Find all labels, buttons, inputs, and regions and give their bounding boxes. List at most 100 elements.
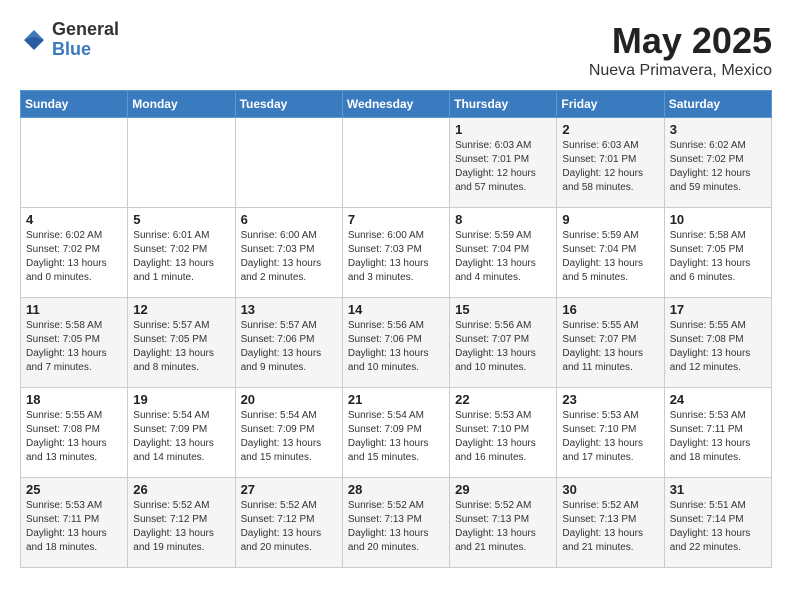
day-cell: 12 Sunrise: 5:57 AM Sunset: 7:05 PM Dayli…: [128, 298, 235, 388]
day-number: 3: [670, 122, 766, 137]
day-number: 13: [241, 302, 337, 317]
day-number: 19: [133, 392, 229, 407]
day-info: Sunrise: 5:55 AM Sunset: 7:07 PM Dayligh…: [562, 319, 658, 375]
day-info: Sunrise: 5:53 AM Sunset: 7:10 PM Dayligh…: [562, 409, 658, 465]
day-info: Sunrise: 5:54 AM Sunset: 7:09 PM Dayligh…: [348, 409, 444, 465]
day-info: Sunrise: 6:02 AM Sunset: 7:02 PM Dayligh…: [670, 139, 766, 195]
day-cell: [128, 118, 235, 208]
day-cell: 1 Sunrise: 6:03 AM Sunset: 7:01 PM Daylig…: [450, 118, 557, 208]
week-row-1: 1 Sunrise: 6:03 AM Sunset: 7:01 PM Daylig…: [21, 118, 772, 208]
page-header: General Blue May 2025 Nueva Primavera, M…: [20, 20, 772, 80]
day-cell: 11 Sunrise: 5:58 AM Sunset: 7:05 PM Dayli…: [21, 298, 128, 388]
day-cell: 21 Sunrise: 5:54 AM Sunset: 7:09 PM Dayli…: [342, 388, 449, 478]
day-number: 8: [455, 212, 551, 227]
calendar-header: SundayMondayTuesdayWednesdayThursdayFrid…: [21, 91, 772, 118]
calendar-table: SundayMondayTuesdayWednesdayThursdayFrid…: [20, 90, 772, 568]
header-cell-thursday: Thursday: [450, 91, 557, 118]
day-number: 15: [455, 302, 551, 317]
day-number: 22: [455, 392, 551, 407]
day-info: Sunrise: 6:03 AM Sunset: 7:01 PM Dayligh…: [455, 139, 551, 195]
day-info: Sunrise: 6:01 AM Sunset: 7:02 PM Dayligh…: [133, 229, 229, 285]
header-cell-wednesday: Wednesday: [342, 91, 449, 118]
day-cell: 18 Sunrise: 5:55 AM Sunset: 7:08 PM Dayli…: [21, 388, 128, 478]
day-number: 30: [562, 482, 658, 497]
week-row-4: 18 Sunrise: 5:55 AM Sunset: 7:08 PM Dayli…: [21, 388, 772, 478]
day-number: 12: [133, 302, 229, 317]
day-cell: 9 Sunrise: 5:59 AM Sunset: 7:04 PM Daylig…: [557, 208, 664, 298]
day-cell: 16 Sunrise: 5:55 AM Sunset: 7:07 PM Dayli…: [557, 298, 664, 388]
day-info: Sunrise: 5:54 AM Sunset: 7:09 PM Dayligh…: [241, 409, 337, 465]
day-cell: 24Sunrise: 5:53 AM Sunset: 7:11 PM Dayli…: [664, 388, 771, 478]
day-number: 4: [26, 212, 122, 227]
day-cell: 13 Sunrise: 5:57 AM Sunset: 7:06 PM Dayli…: [235, 298, 342, 388]
day-info: Sunrise: 5:57 AM Sunset: 7:05 PM Dayligh…: [133, 319, 229, 375]
day-info: Sunrise: 6:00 AM Sunset: 7:03 PM Dayligh…: [348, 229, 444, 285]
logo-general: General: [52, 20, 119, 40]
day-info: Sunrise: 5:54 AM Sunset: 7:09 PM Dayligh…: [133, 409, 229, 465]
day-info: Sunrise: 5:52 AM Sunset: 7:13 PM Dayligh…: [348, 499, 444, 555]
day-cell: 17Sunrise: 5:55 AM Sunset: 7:08 PM Dayli…: [664, 298, 771, 388]
day-cell: 23 Sunrise: 5:53 AM Sunset: 7:10 PM Dayli…: [557, 388, 664, 478]
day-info: Sunrise: 5:56 AM Sunset: 7:07 PM Dayligh…: [455, 319, 551, 375]
day-number: 6: [241, 212, 337, 227]
day-number: 9: [562, 212, 658, 227]
logo-blue: Blue: [52, 40, 119, 60]
logo-text: General Blue: [52, 20, 119, 60]
day-info: Sunrise: 5:56 AM Sunset: 7:06 PM Dayligh…: [348, 319, 444, 375]
day-cell: 28 Sunrise: 5:52 AM Sunset: 7:13 PM Dayli…: [342, 478, 449, 568]
day-number: 23: [562, 392, 658, 407]
day-number: 16: [562, 302, 658, 317]
day-info: Sunrise: 5:57 AM Sunset: 7:06 PM Dayligh…: [241, 319, 337, 375]
day-info: Sunrise: 5:51 AM Sunset: 7:14 PM Dayligh…: [670, 499, 766, 555]
location: Nueva Primavera, Mexico: [589, 62, 772, 80]
day-number: 21: [348, 392, 444, 407]
day-number: 29: [455, 482, 551, 497]
day-cell: 27Sunrise: 5:52 AM Sunset: 7:12 PM Dayli…: [235, 478, 342, 568]
title-area: May 2025 Nueva Primavera, Mexico: [589, 20, 772, 80]
day-number: 28: [348, 482, 444, 497]
day-number: 24: [670, 392, 766, 407]
day-info: Sunrise: 5:53 AM Sunset: 7:10 PM Dayligh…: [455, 409, 551, 465]
day-cell: [21, 118, 128, 208]
day-info: Sunrise: 5:59 AM Sunset: 7:04 PM Dayligh…: [562, 229, 658, 285]
day-cell: 26 Sunrise: 5:52 AM Sunset: 7:12 PM Dayli…: [128, 478, 235, 568]
day-info: Sunrise: 5:55 AM Sunset: 7:08 PM Dayligh…: [26, 409, 122, 465]
day-cell: 14 Sunrise: 5:56 AM Sunset: 7:06 PM Dayli…: [342, 298, 449, 388]
day-cell: 22 Sunrise: 5:53 AM Sunset: 7:10 PM Dayli…: [450, 388, 557, 478]
day-cell: 3 Sunrise: 6:02 AM Sunset: 7:02 PM Daylig…: [664, 118, 771, 208]
day-number: 11: [26, 302, 122, 317]
day-cell: 10 Sunrise: 5:58 AM Sunset: 7:05 PM Dayli…: [664, 208, 771, 298]
day-info: Sunrise: 5:52 AM Sunset: 7:12 PM Dayligh…: [133, 499, 229, 555]
day-cell: 6 Sunrise: 6:00 AM Sunset: 7:03 PM Daylig…: [235, 208, 342, 298]
month-title: May 2025: [589, 20, 772, 62]
header-cell-tuesday: Tuesday: [235, 91, 342, 118]
day-cell: [235, 118, 342, 208]
day-number: 26: [133, 482, 229, 497]
day-info: Sunrise: 5:58 AM Sunset: 7:05 PM Dayligh…: [670, 229, 766, 285]
day-info: Sunrise: 5:59 AM Sunset: 7:04 PM Dayligh…: [455, 229, 551, 285]
day-cell: 25Sunrise: 5:53 AM Sunset: 7:11 PM Dayli…: [21, 478, 128, 568]
day-cell: 31Sunrise: 5:51 AM Sunset: 7:14 PM Dayli…: [664, 478, 771, 568]
day-cell: 30Sunrise: 5:52 AM Sunset: 7:13 PM Dayli…: [557, 478, 664, 568]
day-cell: 2Sunrise: 6:03 AM Sunset: 7:01 PM Daylig…: [557, 118, 664, 208]
day-cell: 29 Sunrise: 5:52 AM Sunset: 7:13 PM Dayli…: [450, 478, 557, 568]
day-cell: 7Sunrise: 6:00 AM Sunset: 7:03 PM Daylig…: [342, 208, 449, 298]
week-row-2: 4 Sunrise: 6:02 AM Sunset: 7:02 PM Daylig…: [21, 208, 772, 298]
day-info: Sunrise: 5:58 AM Sunset: 7:05 PM Dayligh…: [26, 319, 122, 375]
day-number: 14: [348, 302, 444, 317]
day-number: 20: [241, 392, 337, 407]
header-row: SundayMondayTuesdayWednesdayThursdayFrid…: [21, 91, 772, 118]
day-number: 18: [26, 392, 122, 407]
day-cell: [342, 118, 449, 208]
day-number: 10: [670, 212, 766, 227]
day-info: Sunrise: 6:02 AM Sunset: 7:02 PM Dayligh…: [26, 229, 122, 285]
day-number: 25: [26, 482, 122, 497]
day-number: 5: [133, 212, 229, 227]
week-row-3: 11 Sunrise: 5:58 AM Sunset: 7:05 PM Dayli…: [21, 298, 772, 388]
day-info: Sunrise: 5:52 AM Sunset: 7:13 PM Dayligh…: [455, 499, 551, 555]
day-number: 1: [455, 122, 551, 137]
day-number: 17: [670, 302, 766, 317]
day-cell: 20 Sunrise: 5:54 AM Sunset: 7:09 PM Dayli…: [235, 388, 342, 478]
day-number: 2: [562, 122, 658, 137]
day-info: Sunrise: 6:00 AM Sunset: 7:03 PM Dayligh…: [241, 229, 337, 285]
